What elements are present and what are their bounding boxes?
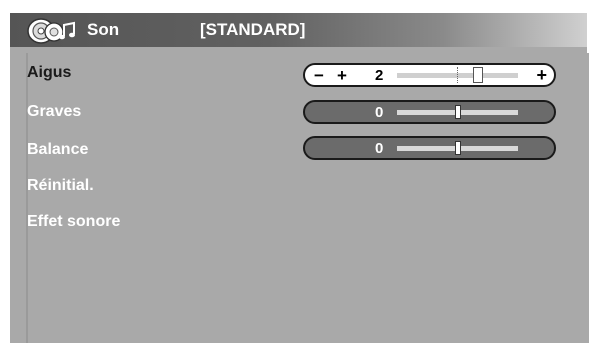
aigus-thumb[interactable] bbox=[472, 67, 483, 83]
menu-item-effet-sonore[interactable]: Effet sonore bbox=[27, 213, 120, 231]
decrease-icon[interactable]: − bbox=[314, 66, 324, 86]
graves-thumb[interactable] bbox=[454, 105, 461, 119]
increase-icon[interactable]: + bbox=[536, 65, 547, 86]
menu-item-graves[interactable]: Graves bbox=[27, 103, 81, 121]
graves-value: 0 bbox=[375, 104, 384, 121]
balance-value: 0 bbox=[375, 140, 384, 157]
menu-item-aigus[interactable]: Aigus bbox=[27, 64, 71, 82]
menu-title: Son bbox=[87, 20, 120, 39]
menu-item-balance[interactable]: Balance bbox=[27, 141, 88, 159]
menu-item-reinitial[interactable]: Réinitial. bbox=[27, 177, 94, 195]
menu-panel bbox=[26, 53, 589, 343]
sound-mode-label: [STANDARD] bbox=[200, 20, 306, 39]
graves-slider[interactable]: 0 bbox=[303, 100, 556, 124]
speaker-music-icon bbox=[27, 18, 75, 44]
center-mark bbox=[457, 67, 460, 83]
aigus-slider[interactable]: − + 2 + bbox=[303, 63, 556, 87]
increase-indicator-icon: + bbox=[337, 66, 347, 85]
balance-thumb[interactable] bbox=[454, 141, 461, 155]
balance-slider[interactable]: 0 bbox=[303, 136, 556, 160]
menu-header: Son [STANDARD] bbox=[10, 13, 587, 47]
aigus-value: 2 bbox=[375, 67, 384, 84]
